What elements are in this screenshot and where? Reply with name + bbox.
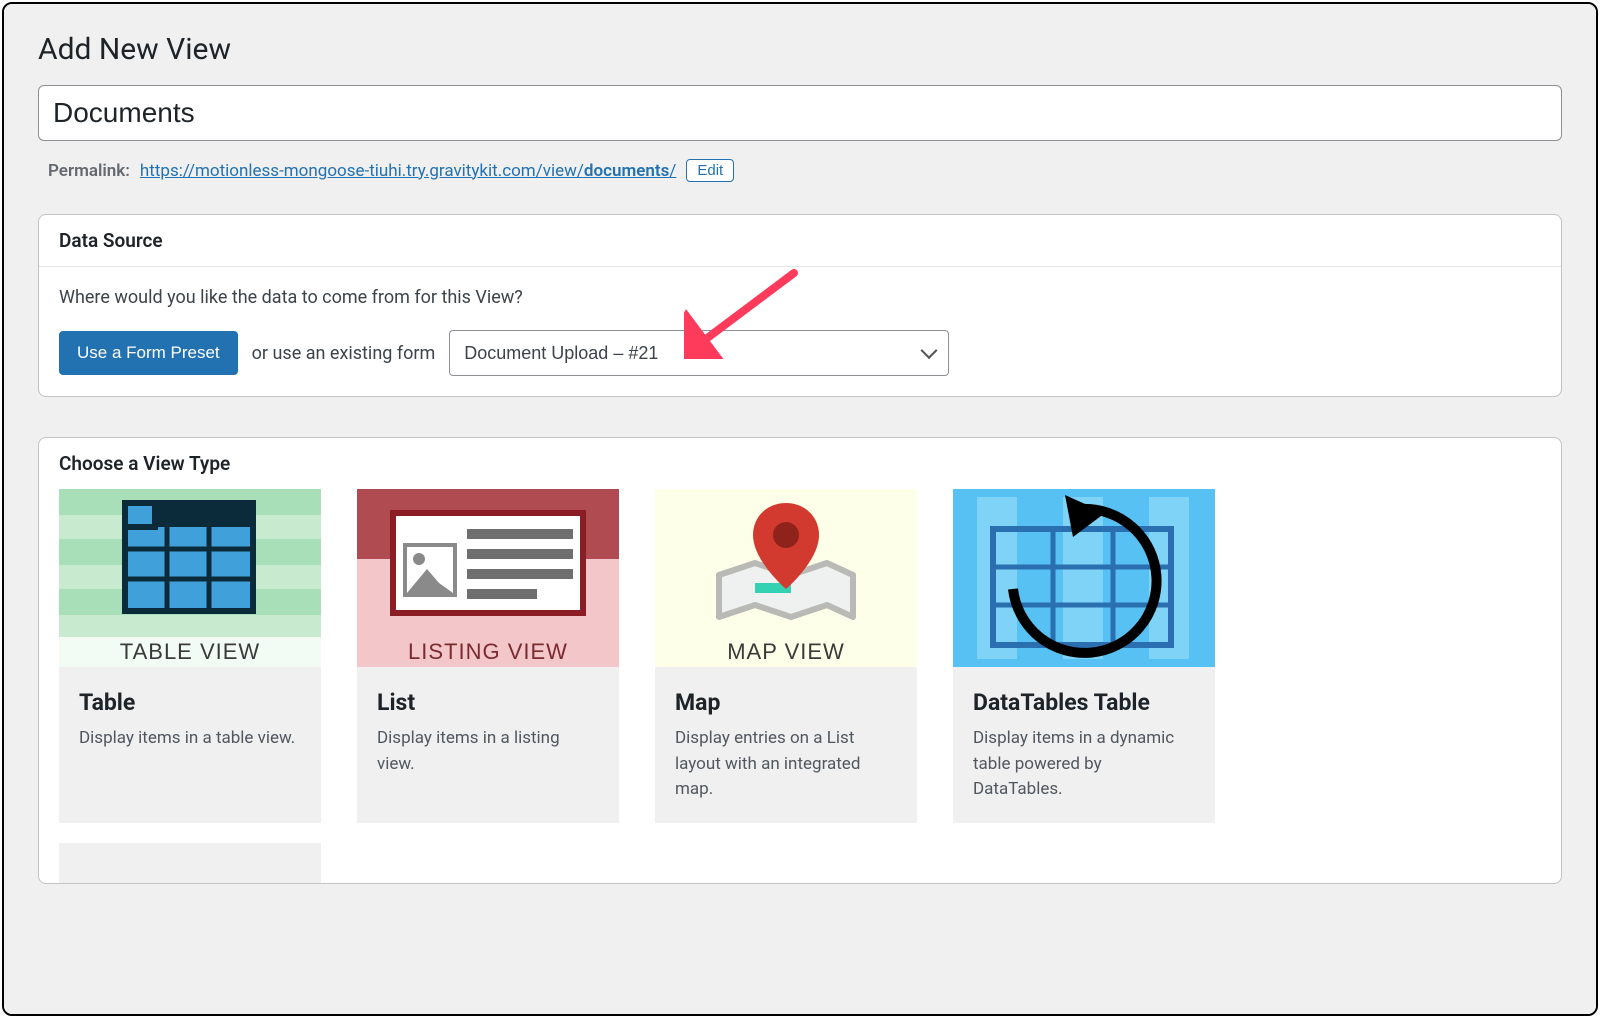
view-type-card-list[interactable]: LISTING VIEW List Display items in a lis… bbox=[357, 489, 619, 823]
view-type-title: List bbox=[377, 689, 599, 716]
data-source-panel-title: Data Source bbox=[39, 215, 1561, 267]
view-type-panel-title: Choose a View Type bbox=[39, 438, 1561, 489]
listing-view-thumb-icon: LISTING VIEW bbox=[357, 489, 619, 667]
data-source-panel: Data Source Where would you like the dat… bbox=[38, 214, 1562, 397]
datatables-thumb-icon bbox=[953, 489, 1215, 667]
map-view-thumb-icon: MAP VIEW bbox=[655, 489, 917, 667]
view-type-title: Map bbox=[675, 689, 897, 716]
or-use-existing-text: or use an existing form bbox=[252, 343, 436, 364]
svg-text:LISTING VIEW: LISTING VIEW bbox=[408, 639, 568, 664]
existing-form-select[interactable]: Document Upload – #21 bbox=[449, 330, 949, 376]
view-type-desc: Display entries on a List layout with an… bbox=[675, 726, 897, 803]
view-type-title: Table bbox=[79, 689, 301, 716]
view-type-desc: Display items in a dynamic table powered… bbox=[973, 726, 1195, 803]
use-form-preset-button[interactable]: Use a Form Preset bbox=[59, 331, 238, 375]
permalink-trailing: / bbox=[669, 161, 676, 181]
view-type-desc: Display items in a listing view. bbox=[377, 726, 599, 777]
svg-text:TABLE VIEW: TABLE VIEW bbox=[120, 639, 260, 664]
permalink-label: Permalink: bbox=[48, 161, 130, 181]
svg-text:MAP VIEW: MAP VIEW bbox=[727, 639, 845, 664]
view-type-card-map[interactable]: MAP VIEW Map Display entries on a List l… bbox=[655, 489, 917, 823]
view-type-card-datatables[interactable]: DataTables Table Display items in a dyna… bbox=[953, 489, 1215, 823]
edit-permalink-button[interactable]: Edit bbox=[686, 159, 734, 182]
permalink-row: Permalink: https://motionless-mongoose-t… bbox=[48, 159, 1552, 182]
permalink-link[interactable]: https://motionless-mongoose-tiuhi.try.gr… bbox=[140, 161, 676, 181]
view-type-card-stub bbox=[59, 843, 321, 883]
page-heading: Add New View bbox=[38, 32, 1562, 67]
table-view-thumb-icon: TABLE VIEW bbox=[59, 489, 321, 667]
data-source-prompt: Where would you like the data to come fr… bbox=[59, 287, 1541, 308]
view-title-input[interactable] bbox=[38, 85, 1562, 141]
view-type-title: DataTables Table bbox=[973, 689, 1195, 716]
view-type-card-table[interactable]: TABLE VIEW Table Display items in a tabl… bbox=[59, 489, 321, 823]
permalink-slug: documents bbox=[584, 161, 669, 181]
view-type-panel: Choose a View Type bbox=[38, 437, 1562, 884]
permalink-url-prefix: https://motionless-mongoose-tiuhi.try.gr… bbox=[140, 161, 584, 181]
view-type-desc: Display items in a table view. bbox=[79, 726, 301, 752]
